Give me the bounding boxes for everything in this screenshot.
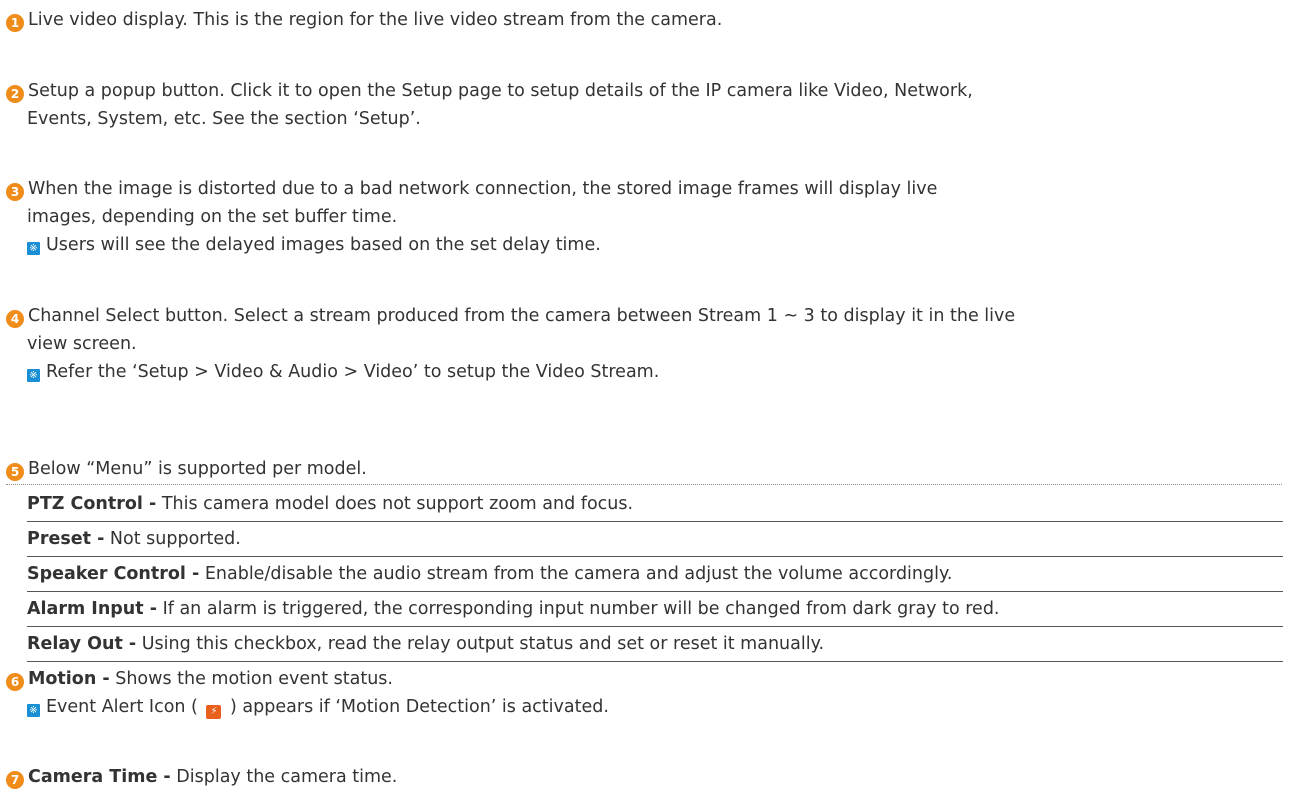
item-1-text: Live video display. This is the region f… bbox=[28, 10, 723, 30]
menu-row-text: Using this checkbox, read the relay outp… bbox=[141, 634, 825, 654]
item-7: 7 Camera Time - Display the camera time. bbox=[6, 763, 1282, 791]
menu-row-speaker-control: Speaker Control - Enable/disable the aud… bbox=[27, 557, 1283, 592]
menu-feature-list: PTZ Control - This camera model does not… bbox=[27, 487, 1283, 662]
menu-row-text: Enable/disable the audio stream from the… bbox=[204, 564, 953, 584]
menu-row-text: This camera model does not support zoom … bbox=[161, 494, 634, 514]
item-5: 5 Below “Menu” is supported per model. bbox=[6, 455, 1282, 485]
note-icon: ※ bbox=[27, 704, 40, 717]
note-icon: ※ bbox=[27, 242, 40, 255]
item-2: 2 Setup a popup button. Click it to open … bbox=[6, 77, 1282, 133]
menu-row-title: PTZ Control - bbox=[27, 494, 157, 514]
menu-row-text: If an alarm is triggered, the correspond… bbox=[162, 599, 1000, 619]
item-6-note-before: Event Alert Icon ( bbox=[46, 697, 198, 717]
item-1: 1 Live video display. This is the region … bbox=[6, 6, 1282, 34]
menu-row-title: Speaker Control - bbox=[27, 564, 200, 584]
number-badge-5: 5 bbox=[6, 463, 24, 481]
item-4-text-line-2: view screen. bbox=[27, 334, 137, 354]
item-4-note: Refer the ‘Setup > Video & Audio > Video… bbox=[46, 362, 660, 382]
menu-row-ptz-control: PTZ Control - This camera model does not… bbox=[27, 487, 1283, 522]
item-6: 6 Motion - Shows the motion event status.… bbox=[6, 665, 1282, 721]
item-3: 3 When the image is distorted due to a ba… bbox=[6, 175, 1282, 259]
number-badge-1: 1 bbox=[6, 14, 24, 32]
item-6-text: Shows the motion event status. bbox=[115, 669, 393, 689]
note-icon: ※ bbox=[27, 369, 40, 382]
manual-page: 1 Live video display. This is the region … bbox=[0, 0, 1298, 798]
menu-row-text: Not supported. bbox=[109, 529, 241, 549]
number-badge-7: 7 bbox=[6, 771, 24, 789]
number-badge-2: 2 bbox=[6, 85, 24, 103]
item-3-note: Users will see the delayed images based … bbox=[46, 235, 601, 255]
menu-row-title: Preset - bbox=[27, 529, 105, 549]
menu-row-preset: Preset - Not supported. bbox=[27, 522, 1283, 557]
item-2-text-line-1: Setup a popup button. Click it to open t… bbox=[28, 81, 973, 101]
menu-row-relay-out: Relay Out - Using this checkbox, read th… bbox=[27, 627, 1283, 662]
menu-row-alarm-input: Alarm Input - If an alarm is triggered, … bbox=[27, 592, 1283, 627]
item-4-text-line-1: Channel Select button. Select a stream p… bbox=[28, 306, 1016, 326]
item-5-text: Below “Menu” is supported per model. bbox=[28, 459, 367, 479]
item-6-title: Motion - bbox=[28, 669, 110, 689]
menu-row-title: Relay Out - bbox=[27, 634, 137, 654]
number-badge-6: 6 bbox=[6, 673, 24, 691]
item-3-text-line-1: When the image is distorted due to a bad… bbox=[28, 179, 938, 199]
number-badge-3: 3 bbox=[6, 183, 24, 201]
item-6-note-after: ) appears if ‘Motion Detection’ is activ… bbox=[230, 697, 609, 717]
item-2-text-line-2: Events, System, etc. See the section ‘Se… bbox=[27, 109, 421, 129]
item-4: 4 Channel Select button. Select a stream … bbox=[6, 302, 1282, 386]
item-7-title: Camera Time - bbox=[28, 767, 171, 787]
number-badge-4: 4 bbox=[6, 310, 24, 328]
item-7-text: Display the camera time. bbox=[176, 767, 398, 787]
event-alert-icon: ⚡ bbox=[206, 705, 222, 719]
item-3-text-line-2: images, depending on the set buffer time… bbox=[27, 207, 398, 227]
menu-row-title: Alarm Input - bbox=[27, 599, 157, 619]
